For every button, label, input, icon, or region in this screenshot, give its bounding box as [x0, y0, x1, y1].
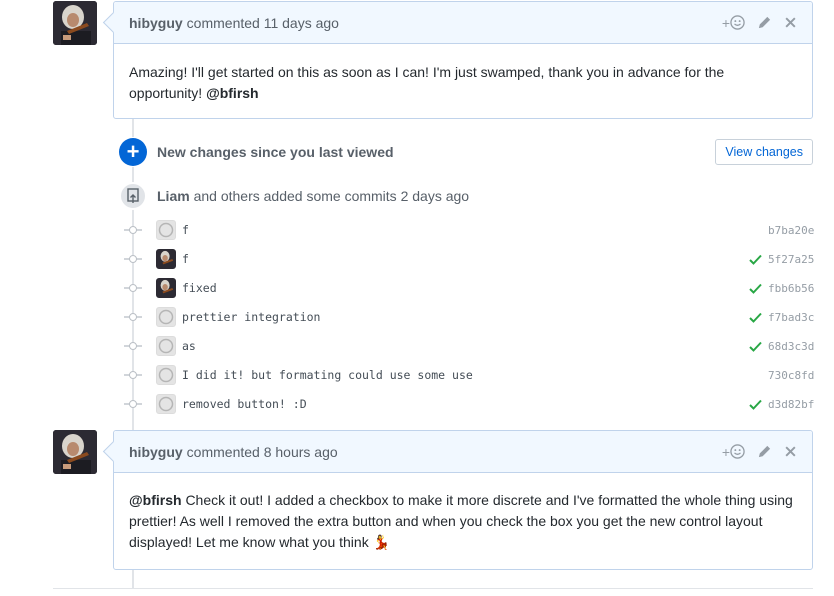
comment-header: hibyguy commented 11 days ago +	[114, 2, 812, 44]
commit-row: prettier integration f7bad3c	[124, 306, 814, 328]
commit-message[interactable]: f	[182, 223, 189, 237]
commit-message[interactable]: f	[182, 252, 189, 266]
comment: hibyguy commented 11 days ago + Amazing!…	[113, 1, 813, 119]
comment-body: @bfirsh Check it out! I added a checkbox…	[114, 473, 812, 565]
check-icon[interactable]	[748, 254, 762, 265]
commit-node-icon	[124, 342, 142, 350]
commit-row: as 68d3c3d	[124, 335, 814, 357]
user-mention[interactable]: @bfirsh	[129, 492, 182, 508]
timeline-line	[132, 570, 134, 588]
commit-row: fixed fbb6b56	[124, 277, 814, 299]
commit-row: I did it! but formating could use some u…	[124, 364, 814, 386]
pencil-icon[interactable]	[757, 15, 772, 30]
check-icon[interactable]	[748, 399, 762, 410]
comment-author[interactable]: hibyguy	[129, 15, 183, 31]
avatar[interactable]	[53, 430, 97, 474]
commit-sha[interactable]: 68d3c3d	[768, 340, 814, 353]
commit-node-icon	[124, 400, 142, 408]
repo-push-icon	[119, 182, 147, 210]
commit-sha[interactable]: 730c8fd	[768, 369, 814, 382]
add-reaction-button[interactable]: +	[722, 15, 745, 31]
timeline-line	[132, 119, 134, 137]
plus-label: +	[721, 443, 730, 460]
view-changes-button[interactable]: View changes	[715, 139, 813, 165]
comment-actions: +	[722, 444, 797, 460]
commit-sha[interactable]: b7ba20e	[768, 224, 814, 237]
avatar[interactable]	[156, 307, 176, 327]
new-changes-bar: + New changes since you last viewed View…	[119, 137, 813, 167]
commit-sha[interactable]: d3d82bf	[768, 398, 814, 411]
check-icon[interactable]	[748, 341, 762, 352]
avatar[interactable]	[156, 278, 176, 298]
commit-row: f b7ba20e	[124, 219, 814, 241]
pencil-icon[interactable]	[757, 444, 772, 459]
check-icon[interactable]	[748, 283, 762, 294]
commit-node-icon	[124, 371, 142, 379]
commit-message[interactable]: removed button! :D	[182, 397, 307, 411]
avatar[interactable]	[156, 365, 176, 385]
dancer-emoji-icon: 💃	[372, 534, 391, 550]
commit-message[interactable]: fixed	[182, 281, 217, 295]
comment: hibyguy commented 8 hours ago + @bfirsh …	[113, 430, 813, 570]
commit-sha[interactable]: 5f27a25	[768, 253, 814, 266]
smiley-icon	[730, 15, 745, 30]
comment-author[interactable]: hibyguy	[129, 444, 183, 460]
check-icon[interactable]	[748, 312, 762, 323]
avatar[interactable]	[156, 394, 176, 414]
commit-row: f 5f27a25	[124, 248, 814, 270]
commits-author[interactable]: Liam	[157, 188, 190, 204]
user-mention[interactable]: @bfirsh	[206, 85, 259, 101]
plus-label: +	[721, 14, 730, 31]
divider	[53, 588, 813, 589]
commit-message[interactable]: prettier integration	[182, 310, 320, 324]
commit-node-icon	[124, 313, 142, 321]
commit-message[interactable]: as	[182, 339, 196, 353]
comment-timestamp[interactable]: commented 8 hours ago	[187, 444, 338, 460]
commit-node-icon	[124, 284, 142, 292]
commit-sha[interactable]: f7bad3c	[768, 311, 814, 324]
new-changes-label: New changes since you last viewed	[157, 144, 394, 160]
comment-text: Check it out! I added a checkbox to make…	[129, 492, 793, 550]
avatar[interactable]	[156, 336, 176, 356]
commit-row: removed button! :D d3d82bf	[124, 393, 814, 415]
commit-message[interactable]: I did it! but formating could use some u…	[182, 368, 473, 382]
commits-summary: and others added some commits 2 days ago	[193, 188, 470, 204]
plus-icon: +	[119, 138, 147, 166]
comment-actions: +	[722, 15, 797, 31]
commits-header: Liam and others added some commits 2 day…	[119, 182, 469, 210]
avatar[interactable]	[53, 1, 97, 45]
commit-sha[interactable]: fbb6b56	[768, 282, 814, 295]
close-icon[interactable]	[784, 445, 797, 458]
avatar[interactable]	[156, 220, 176, 240]
avatar[interactable]	[156, 249, 176, 269]
commit-node-icon	[124, 226, 142, 234]
comment-header: hibyguy commented 8 hours ago +	[114, 431, 812, 473]
comment-body: Amazing! I'll get started on this as soo…	[114, 44, 812, 116]
commit-node-icon	[124, 255, 142, 263]
smiley-icon	[730, 444, 745, 459]
add-reaction-button[interactable]: +	[722, 444, 745, 460]
close-icon[interactable]	[784, 16, 797, 29]
comment-timestamp[interactable]: commented 11 days ago	[187, 15, 339, 31]
